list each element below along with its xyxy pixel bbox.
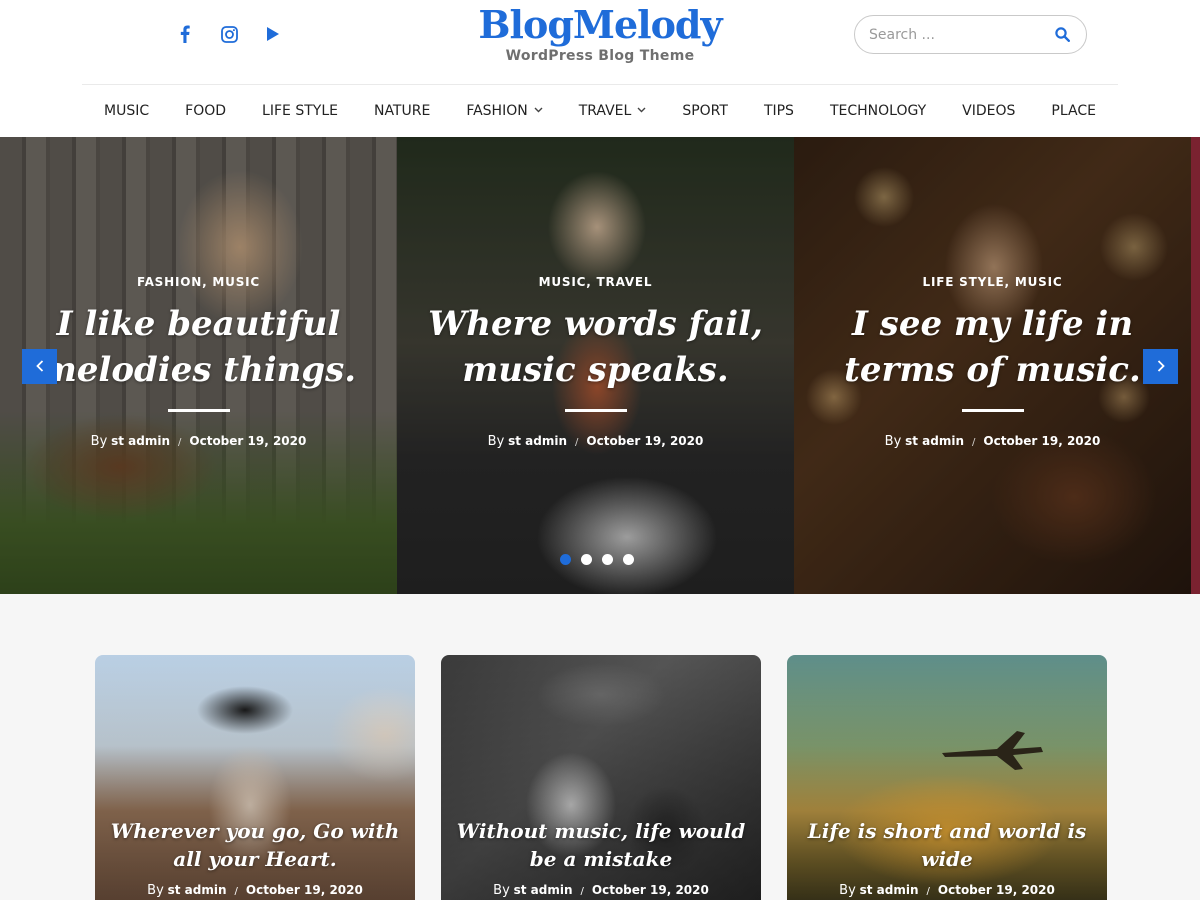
- slider-next-button[interactable]: [1143, 349, 1178, 384]
- slider-dot[interactable]: [623, 554, 634, 565]
- post-title[interactable]: Wherever you go, Go with all your Heart.: [95, 817, 415, 873]
- title-underline: [167, 409, 230, 412]
- meta-separator: /: [575, 437, 579, 448]
- slider-dots: [560, 554, 634, 565]
- nav-item-life-style[interactable]: LIFE STYLE: [244, 103, 356, 119]
- by-label: By: [493, 883, 510, 898]
- title-underline: [564, 409, 627, 412]
- nav-item-tips[interactable]: TIPS: [746, 103, 812, 119]
- nav-item-label: TECHNOLOGY: [829, 103, 927, 119]
- by-label: By: [839, 883, 856, 898]
- chevron-right-icon: [1157, 357, 1165, 376]
- nav-item-label: TIPS: [763, 103, 794, 119]
- nav-item-videos[interactable]: VIDEOS: [944, 103, 1033, 119]
- slide[interactable]: MUSIC, TRAVEL Where words fail, music sp…: [397, 137, 794, 594]
- slide-meta: By st admin / October 19, 2020: [397, 434, 794, 449]
- author-link[interactable]: st admin: [860, 883, 919, 897]
- chevron-down-icon[interactable]: [534, 106, 543, 116]
- header-divider: [82, 84, 1118, 85]
- slide-caption: MUSIC, TRAVEL Where words fail, music sp…: [397, 275, 794, 449]
- slider-dot[interactable]: [602, 554, 613, 565]
- post-card[interactable]: Wherever you go, Go with all your Heart.…: [95, 655, 415, 900]
- airplane-silhouette: [942, 731, 1043, 770]
- slide-categories[interactable]: FASHION, MUSIC: [0, 275, 397, 289]
- meta-separator: /: [580, 886, 584, 897]
- date-link[interactable]: October 19, 2020: [592, 883, 709, 897]
- slider-dot[interactable]: [560, 554, 571, 565]
- post-card[interactable]: Life is short and world is wide By st ad…: [787, 655, 1107, 900]
- nav-item-label: TRAVEL: [578, 103, 632, 119]
- nav-item-food[interactable]: FOOD: [167, 103, 244, 119]
- nav-item-label: SPORT: [682, 103, 728, 119]
- nav-item-label: LIFE STYLE: [262, 103, 338, 119]
- by-label: By: [487, 434, 505, 449]
- author-link[interactable]: st admin: [514, 883, 573, 897]
- slide-meta: By st admin / October 19, 2020: [0, 434, 397, 449]
- slide-meta: By st admin / October 19, 2020: [794, 434, 1191, 449]
- featured-posts: Wherever you go, Go with all your Heart.…: [0, 594, 1200, 900]
- date-link[interactable]: October 19, 2020: [189, 434, 306, 448]
- date-link[interactable]: October 19, 2020: [938, 883, 1055, 897]
- post-title[interactable]: Life is short and world is wide: [787, 817, 1107, 873]
- search-box: [854, 15, 1087, 54]
- by-label: By: [884, 434, 902, 449]
- nav-item-label: VIDEOS: [962, 103, 1016, 119]
- nav-item-label: PLACE: [1051, 103, 1096, 119]
- chevron-down-icon[interactable]: [637, 106, 646, 116]
- by-label: By: [90, 434, 108, 449]
- slide-title[interactable]: I see my life in terms of music.: [794, 301, 1191, 393]
- nav-item-travel[interactable]: TRAVEL: [561, 103, 665, 119]
- main-nav: MUSIC FOOD LIFE STYLE NATURE FASHION TRA…: [0, 87, 1200, 135]
- slide-categories[interactable]: MUSIC, TRAVEL: [397, 275, 794, 289]
- site-header: BlogMelody WordPress Blog Theme MUSIC FO…: [0, 0, 1200, 137]
- slide[interactable]: LIFE STYLE, MUSIC I see my life in terms…: [794, 137, 1191, 594]
- nav-item-music[interactable]: MUSIC: [86, 103, 167, 119]
- post-card[interactable]: Without music, life would be a mistake B…: [441, 655, 761, 900]
- search-input[interactable]: [869, 26, 1052, 43]
- featured-slider: FASHION, MUSIC I like beautiful melodies…: [0, 137, 1200, 594]
- date-link[interactable]: October 19, 2020: [983, 434, 1100, 448]
- author-link[interactable]: st admin: [905, 434, 964, 448]
- nav-item-sport[interactable]: SPORT: [664, 103, 746, 119]
- slide-title[interactable]: Where words fail, music speaks.: [397, 301, 794, 393]
- slider-prev-button[interactable]: [22, 349, 57, 384]
- nav-item-fashion[interactable]: FASHION: [448, 103, 560, 119]
- nav-item-label: NATURE: [373, 103, 431, 119]
- meta-separator: /: [926, 886, 930, 897]
- nav-item-label: FASHION: [466, 103, 528, 119]
- slide-title[interactable]: I like beautiful melodies things.: [0, 301, 397, 393]
- slide-caption: LIFE STYLE, MUSIC I see my life in terms…: [794, 275, 1191, 449]
- post-meta: By st admin / October 19, 2020: [95, 883, 415, 898]
- by-label: By: [147, 883, 164, 898]
- slide-caption: FASHION, MUSIC I like beautiful melodies…: [0, 275, 397, 449]
- next-slide-peek: [1191, 137, 1200, 594]
- author-link[interactable]: st admin: [168, 883, 227, 897]
- chevron-left-icon: [35, 357, 44, 376]
- author-link[interactable]: st admin: [111, 434, 170, 448]
- nav-item-label: MUSIC: [104, 103, 150, 119]
- date-link[interactable]: October 19, 2020: [246, 883, 363, 897]
- post-meta: By st admin / October 19, 2020: [787, 883, 1107, 898]
- post-title[interactable]: Without music, life would be a mistake: [441, 817, 761, 873]
- search-icon[interactable]: [1052, 25, 1072, 45]
- nav-item-nature[interactable]: NATURE: [356, 103, 448, 119]
- nav-item-label: FOOD: [185, 103, 227, 119]
- meta-separator: /: [178, 437, 182, 448]
- nav-item-place[interactable]: PLACE: [1033, 103, 1114, 119]
- nav-item-technology[interactable]: TECHNOLOGY: [812, 103, 944, 119]
- meta-separator: /: [234, 886, 238, 897]
- slider-dot[interactable]: [581, 554, 592, 565]
- author-link[interactable]: st admin: [508, 434, 567, 448]
- date-link[interactable]: October 19, 2020: [586, 434, 703, 448]
- slide-categories[interactable]: LIFE STYLE, MUSIC: [794, 275, 1191, 289]
- meta-separator: /: [972, 437, 976, 448]
- title-underline: [961, 409, 1024, 412]
- post-meta: By st admin / October 19, 2020: [441, 883, 761, 898]
- slide[interactable]: FASHION, MUSIC I like beautiful melodies…: [0, 137, 397, 594]
